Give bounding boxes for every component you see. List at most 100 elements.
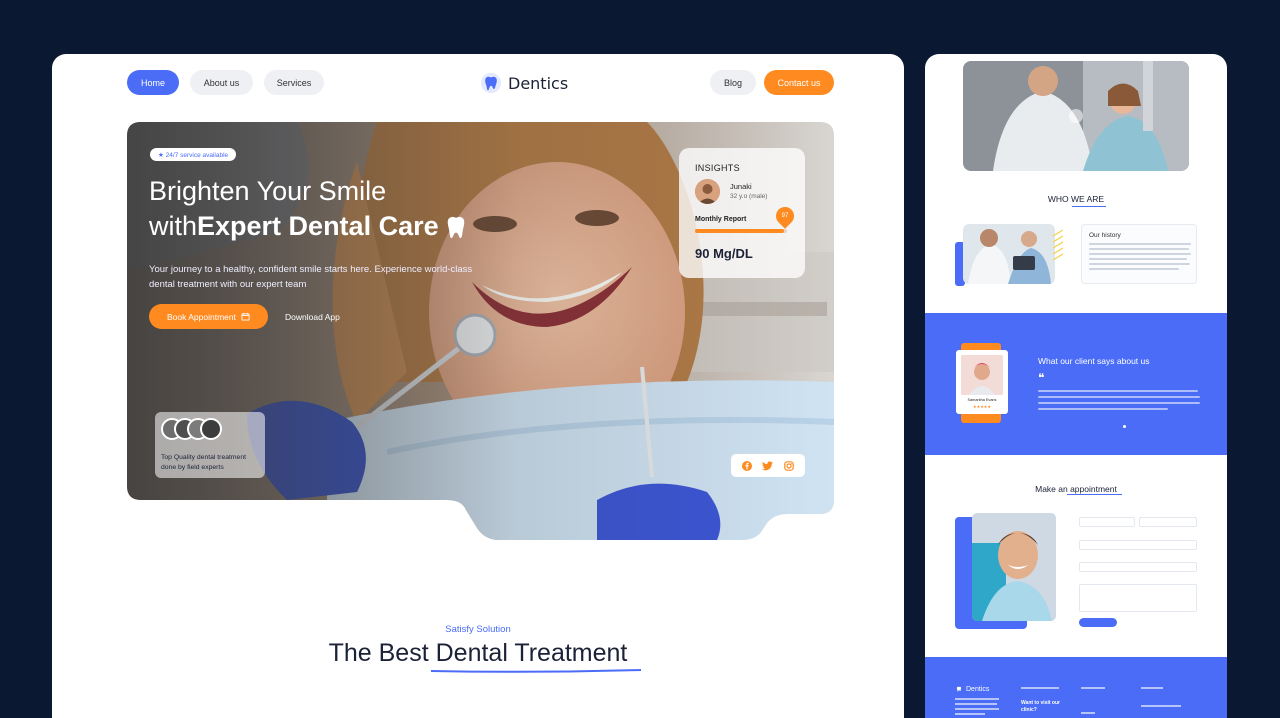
clinic-video[interactable]: [963, 61, 1189, 171]
footer-brand-name: Dentics: [966, 685, 990, 693]
patient-age: 32 y.o (male): [730, 193, 768, 200]
insights-card: INSIGHTS Junaki 32 y.o (male) Monthly Re…: [679, 148, 805, 278]
testimonial-text-line: [1038, 402, 1200, 404]
doctors-photo: [963, 224, 1055, 284]
appointment-photo: [972, 513, 1056, 621]
history-text-line: [1089, 253, 1191, 255]
tooth-icon: [447, 216, 464, 238]
testimonial-card: Samantha Evans ★★★★★: [956, 350, 1008, 414]
client-rating-stars: ★★★★★: [973, 404, 991, 409]
testimonial-section: Samantha Evans ★★★★★ What our client say…: [925, 313, 1227, 455]
decorative-stripes: [1053, 230, 1063, 260]
landing-page-panel: Home About us Services Dentics Blog Cont…: [52, 54, 904, 718]
footer-visit-text: Want to visit our clinic?: [1021, 700, 1060, 713]
history-text-line: [1089, 243, 1191, 245]
client-photo: [961, 355, 1003, 395]
footer-column-heading: [1141, 687, 1163, 689]
testimonial-text-line: [1038, 408, 1168, 410]
hero-title-line2: withExpert Dental Care: [149, 211, 467, 241]
book-appointment-button[interactable]: Book Appointment: [149, 304, 268, 329]
hero-title-prefix: with: [149, 211, 198, 241]
hero-section: ★ 24/7 service available Brighten Your S…: [127, 122, 834, 540]
message-textarea[interactable]: [1079, 584, 1197, 612]
nav-services-button[interactable]: Services: [264, 70, 324, 95]
experts-card: Top Quality dental treatment done by fie…: [155, 412, 265, 478]
service-badge: ★ 24/7 service available: [150, 148, 237, 161]
nav-home-button[interactable]: Home: [127, 70, 179, 95]
who-we-are-heading: WHO WE ARE: [925, 194, 1227, 204]
footer-column-heading: [1081, 687, 1105, 689]
footer-text-line: [955, 708, 999, 710]
nav-contact-button[interactable]: Contact us: [764, 70, 834, 95]
nav-about-button[interactable]: About us: [190, 70, 253, 95]
hero-title-line1: Brighten Your Smile: [149, 176, 387, 206]
footer-text-line: [955, 713, 985, 715]
phone-input[interactable]: [1079, 540, 1197, 550]
nav-blog-button[interactable]: Blog: [710, 70, 756, 95]
footer-tooth-icon: [956, 686, 962, 692]
footer-text-line: [955, 698, 999, 700]
brand-logo[interactable]: Dentics: [480, 72, 568, 94]
report-progress-bar: [695, 229, 787, 233]
report-progress-fill: [695, 229, 785, 233]
footer-brand[interactable]: Dentics: [955, 685, 989, 693]
footer: Dentics Want to visit our clinic?: [925, 657, 1227, 718]
patient-avatar: [695, 179, 720, 204]
submit-appointment-button[interactable]: [1079, 618, 1117, 627]
who-underline: [1072, 206, 1106, 207]
quote-icon: ❝: [1038, 371, 1045, 385]
appointment-underline: [1067, 494, 1122, 495]
tooth-logo-icon: [480, 72, 502, 94]
hero-title: Brighten Your Smile withExpert Dental Ca…: [149, 174, 509, 244]
who-prefix: WHO: [1047, 194, 1072, 204]
history-text-line: [1089, 263, 1190, 265]
patient-name: Junaki: [730, 182, 752, 191]
experts-text: Top Quality dental treatment done by fie…: [161, 454, 247, 471]
footer-link[interactable]: [1081, 712, 1095, 714]
patient-photo: [695, 179, 720, 204]
calendar-icon: [241, 312, 250, 321]
footer-contact-line: [1141, 705, 1181, 707]
instagram-icon[interactable]: [784, 460, 794, 471]
who-highlight: WE ARE: [1071, 194, 1105, 204]
facebook-icon[interactable]: [742, 460, 753, 471]
hero-subtitle: Your journey to a healthy, confident smi…: [149, 264, 473, 290]
twitter-icon[interactable]: [762, 460, 774, 471]
name-input[interactable]: [1079, 517, 1135, 527]
insights-title: INSIGHTS: [695, 163, 740, 173]
history-text-line: [1089, 268, 1179, 270]
download-app-button[interactable]: Download App: [285, 304, 340, 329]
date-input[interactable]: [1079, 562, 1197, 572]
testimonial-heading: What our client says about us: [1038, 356, 1150, 366]
expert-avatar: [200, 418, 222, 440]
carousel-dot[interactable]: [1123, 425, 1126, 428]
testimonial-text-line: [1038, 396, 1200, 398]
book-appointment-label: Book Appointment: [167, 311, 236, 322]
history-card: Our history: [1081, 224, 1197, 284]
site-overview-panel: WHO WE ARE Our history Samantha Evans ★★…: [925, 54, 1227, 718]
report-score: 97: [781, 213, 789, 219]
client-name: Samantha Evans: [967, 398, 997, 402]
social-links: [731, 454, 805, 477]
brand-name: Dentics: [508, 73, 569, 93]
section-heading-highlight: Dental Treatment: [435, 639, 628, 667]
appointment-heading: Make an appointment: [925, 484, 1227, 494]
testimonial-text-line: [1038, 390, 1198, 392]
appointment-highlight: appointment: [1070, 484, 1117, 494]
heading-underline: [430, 669, 642, 673]
who-we-are-photo: [963, 224, 1055, 284]
play-icon[interactable]: [1069, 109, 1083, 123]
email-input[interactable]: [1139, 517, 1197, 527]
history-text-line: [1089, 248, 1189, 250]
history-text-line: [1089, 258, 1187, 260]
footer-text-line: [955, 703, 997, 705]
glucose-value: 90 Mg/DL: [695, 246, 753, 261]
section-heading: The Best Dental Treatment: [52, 639, 904, 668]
section-heading-prefix: The Best: [328, 639, 436, 667]
section-kicker: Satisfy Solution: [445, 624, 511, 635]
history-title: Our history: [1089, 232, 1121, 239]
client-portrait: [961, 355, 1003, 395]
appointment-prefix: Make an: [1035, 484, 1071, 494]
footer-column-heading: [1021, 687, 1059, 689]
report-score-pin: 97: [772, 203, 798, 229]
